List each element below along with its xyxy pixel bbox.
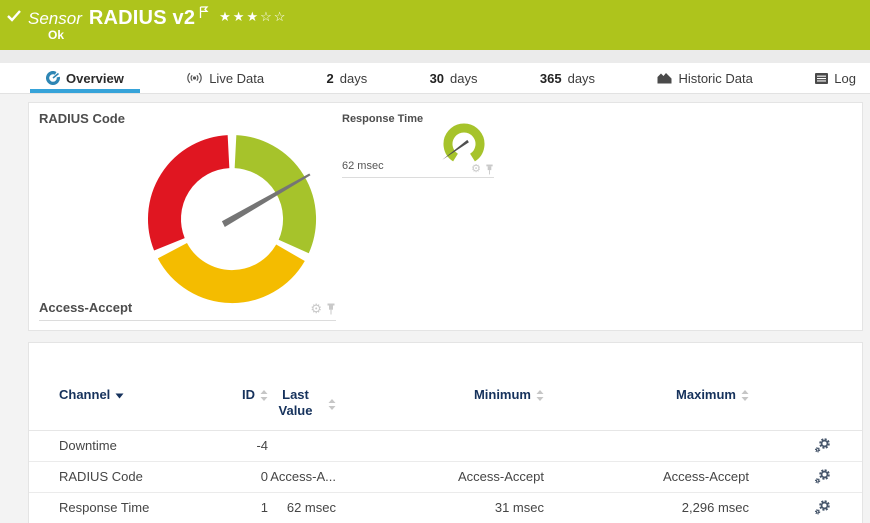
column-label: Channel [59,387,111,402]
channel-settings-icon[interactable] [812,437,832,454]
channel-id-cell: 1 [260,500,268,515]
gauge-icon [46,71,60,85]
column-header-id[interactable]: ID [219,387,268,402]
header-tab-divider [0,50,870,63]
priority-stars[interactable]: ★★★☆☆ [219,9,287,25]
maximum-cell: 2,296 msec [681,500,749,515]
tab-historic-data[interactable]: Historic Data [657,63,753,93]
column-label: Minimum [473,387,531,402]
checkmark-icon [7,10,21,22]
pushpin-icon[interactable] [485,164,494,175]
sort-icon [536,390,544,401]
sort-icon [741,390,749,401]
table-row: Response Time 1 62 msec 31 msec 2,296 ms… [29,493,862,523]
tab-label: days [567,70,596,86]
flag-icon[interactable] [199,6,209,19]
column-header-maximum[interactable]: Maximum [544,387,749,402]
column-label: Maximum [676,387,736,402]
sort-desc-icon [115,393,124,398]
tab-label: Live Data [209,70,265,86]
response-time-widget: Response Time 62 msec ⚙ [342,111,494,178]
area-chart-icon [657,73,672,84]
log-icon [815,72,829,84]
column-label: ID [242,387,255,402]
tab-2-days[interactable]: 2 days [327,63,368,93]
tab-label: Log [834,70,856,86]
channel-name-cell: RADIUS Code [59,469,143,484]
broadcast-icon [187,72,202,84]
maximum-cell: Access-Accept [663,469,749,484]
table-row: RADIUS Code 0 Access-A... Access-Accept … [29,462,862,493]
column-header-last-value[interactable]: Last Value [268,387,336,420]
tab-overview[interactable]: Overview [30,63,140,93]
tab-log[interactable]: Log [815,63,856,93]
table-row: Downtime -4 [29,431,862,462]
sensor-header-bar: Sensor RADIUS v2 ★★★☆☆ Ok [0,0,870,50]
column-label: Last Value [278,387,313,419]
tab-number: 365 [539,70,562,86]
response-gauge-value: 62 msec [342,160,384,172]
sort-icon [328,398,336,410]
sensor-title: RADIUS v2 [88,7,196,29]
tab-30-days[interactable]: 30 days [430,63,478,93]
primary-gauge-title: RADIUS Code [39,111,125,126]
last-value-cell: 62 msec [286,500,336,515]
tab-365-days[interactable]: 365 days [540,63,595,93]
channel-settings-icon[interactable] [812,468,832,485]
last-value-cell: Access-A... [270,469,336,484]
sensor-kind-label: Sensor [28,9,82,28]
minimum-cell: Access-Accept [458,469,544,484]
sort-icon [260,390,268,401]
radius-code-gauge [148,135,317,304]
tab-live-data[interactable]: Live Data [186,63,264,93]
sensor-status-badge: Ok [48,28,65,42]
channel-id-cell: 0 [260,469,268,484]
gauges-panel: RADIUS Code Access-Accept ⚙ Response Tim… [28,102,863,331]
channel-settings-icon[interactable] [812,499,832,516]
channel-table-header: Channel ID Last Value Minimum Maximum [29,387,862,431]
channel-name-cell: Downtime [59,438,117,453]
gear-icon[interactable]: ⚙ [471,164,481,175]
tab-label: Historic Data [678,70,753,86]
channel-name-cell: Response Time [59,500,150,515]
primary-gauge-footer: Access-Accept ⚙ [39,300,336,321]
primary-gauge-value: Access-Accept [39,300,133,315]
tab-number: 2 [326,70,334,86]
pushpin-icon[interactable] [326,303,336,315]
channel-id-cell: -4 [256,438,268,453]
tab-label: Overview [66,70,124,86]
response-time-gauge [442,123,485,162]
column-header-channel[interactable]: Channel [59,387,219,402]
tab-number: 30 [429,70,445,86]
channel-table-body: Downtime -4 RADIUS Code 0 Access-A... Ac… [29,431,862,523]
channel-table-panel: Channel ID Last Value Minimum Maximum Do… [28,342,863,523]
tab-label: days [339,70,368,86]
tab-label: days [450,70,478,86]
response-gauge-title: Response Time [342,113,424,125]
gear-icon[interactable]: ⚙ [310,302,322,315]
tab-bar: Overview Live Data 2 days 30 days 365 da… [0,63,870,94]
column-header-minimum[interactable]: Minimum [336,387,544,402]
minimum-cell: 31 msec [494,500,544,515]
